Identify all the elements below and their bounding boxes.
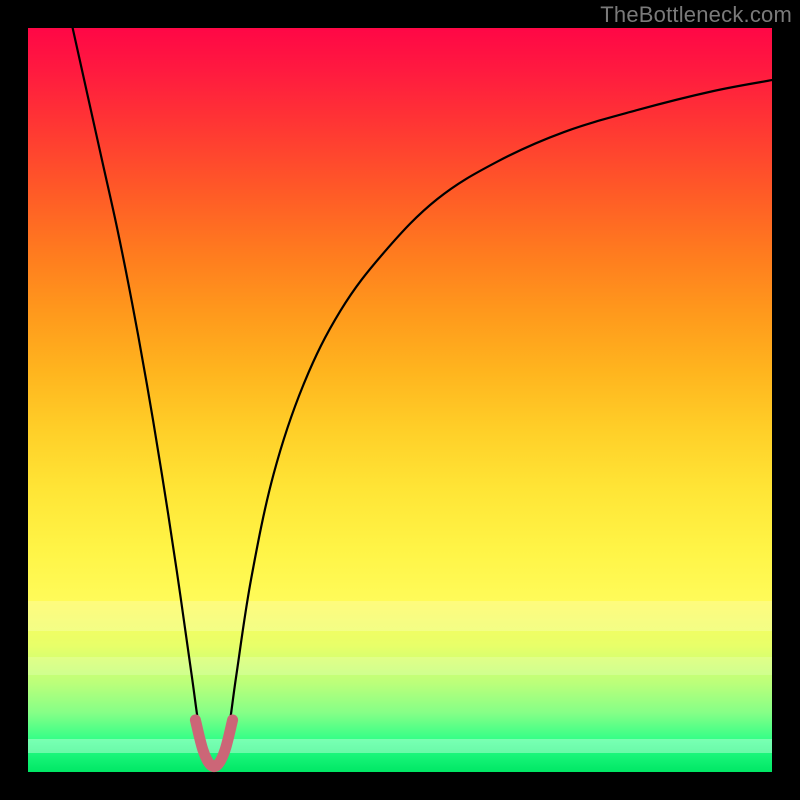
- watermark-text: TheBottleneck.com: [600, 2, 792, 28]
- bottleneck-curve: [73, 28, 772, 768]
- optimal-range-highlight: [195, 720, 232, 767]
- curve-svg: [28, 28, 772, 772]
- chart-frame: TheBottleneck.com: [0, 0, 800, 800]
